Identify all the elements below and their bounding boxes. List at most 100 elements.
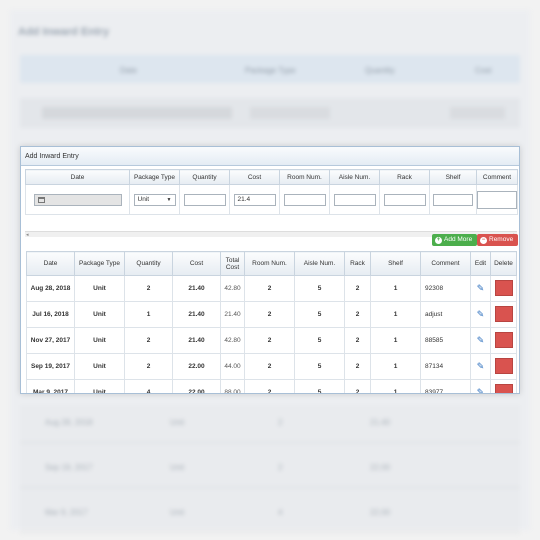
col-comment[interactable]: Comment bbox=[420, 251, 471, 276]
cell-package-type: Unit bbox=[74, 301, 125, 328]
comment-textarea[interactable] bbox=[477, 190, 517, 209]
cell-delete bbox=[490, 353, 517, 380]
cost-input[interactable]: 21.4 bbox=[233, 193, 276, 206]
cell-package-type: Unit bbox=[74, 353, 125, 380]
cell-edit: ✎ bbox=[470, 275, 491, 302]
delete-button[interactable] bbox=[494, 383, 513, 393]
entries-body: Aug 28, 2018 Unit 2 21.40 42.80 2 5 2 1 92308 ✎ Jul… bbox=[26, 275, 517, 393]
cell-edit: ✎ bbox=[470, 353, 491, 380]
entry-header-quantity: Quantity bbox=[179, 169, 230, 185]
col-rack[interactable]: Rack bbox=[344, 251, 371, 276]
cell-aisle: 5 bbox=[294, 301, 345, 328]
background-cost-field bbox=[450, 107, 505, 119]
cell-shelf: 1 bbox=[370, 275, 421, 302]
col-total-cost-line1: Total bbox=[225, 256, 240, 264]
pencil-icon[interactable]: ✎ bbox=[477, 387, 485, 393]
calendar-icon[interactable] bbox=[37, 196, 45, 203]
aisle-input[interactable] bbox=[333, 193, 376, 206]
cell-cost: 21.40 bbox=[172, 275, 221, 302]
background-cell: Aug 28, 2018 bbox=[45, 418, 93, 427]
entry-header-cost: Cost bbox=[229, 169, 280, 185]
rack-input[interactable] bbox=[383, 193, 426, 206]
remove-label: Remove bbox=[489, 236, 514, 243]
col-room[interactable]: Room Num. bbox=[244, 251, 295, 276]
cell-aisle: 5 bbox=[294, 353, 345, 380]
cell-edit: ✎ bbox=[470, 379, 491, 393]
cell-room: 2 bbox=[244, 301, 295, 328]
background-cell: Sep 19, 2017 bbox=[45, 463, 93, 472]
shelf-input[interactable] bbox=[433, 193, 473, 206]
entry-header-comment: Comment bbox=[476, 169, 518, 185]
entry-form-header: Date Package Type Quantity Cost Room Num… bbox=[25, 169, 518, 185]
cell-cost: 22.00 bbox=[172, 379, 221, 393]
col-total-cost-line2: Cost bbox=[225, 263, 240, 271]
background-form-row bbox=[20, 98, 520, 128]
cell-delete bbox=[490, 275, 517, 302]
entry-header-package-type: Package Type bbox=[129, 169, 180, 185]
pencil-icon[interactable]: ✎ bbox=[477, 309, 485, 319]
cell-rack: 2 bbox=[344, 301, 371, 328]
cell-room: 2 bbox=[244, 275, 295, 302]
col-delete: Delete bbox=[490, 251, 517, 276]
pencil-icon[interactable]: ✎ bbox=[477, 361, 485, 371]
minus-icon: − bbox=[480, 237, 487, 244]
cell-package-type: Unit bbox=[74, 327, 125, 354]
col-cost[interactable]: Cost bbox=[172, 251, 221, 276]
cell-comment: 88585 bbox=[420, 327, 471, 354]
entry-header-rack: Rack bbox=[379, 169, 430, 185]
date-input[interactable] bbox=[33, 193, 122, 206]
background-cell: 22.00 bbox=[370, 508, 391, 517]
table-row: Sep 19, 2017 Unit 2 22.00 44.00 2 5 2 1 87134 ✎ bbox=[26, 353, 517, 380]
cell-shelf: 1 bbox=[370, 327, 421, 354]
col-total-cost[interactable]: Total Cost bbox=[220, 251, 245, 276]
add-more-button[interactable]: + Add More bbox=[432, 234, 478, 246]
delete-button[interactable] bbox=[494, 305, 513, 322]
remove-button[interactable]: − Remove bbox=[477, 234, 519, 246]
delete-button[interactable] bbox=[494, 331, 513, 348]
cell-package-type: Unit bbox=[74, 275, 125, 302]
cell-comment: 83977 bbox=[420, 379, 471, 393]
background-cell: Mar 9, 2017 bbox=[45, 508, 88, 517]
col-shelf[interactable]: Shelf bbox=[370, 251, 421, 276]
cell-package-type: Unit bbox=[74, 379, 125, 393]
cell-quantity: 1 bbox=[124, 301, 173, 328]
cell-rack: 2 bbox=[344, 353, 371, 380]
cell-shelf: 1 bbox=[370, 379, 421, 393]
cell-edit: ✎ bbox=[470, 327, 491, 354]
table-row: Aug 28, 2018 Unit 2 21.40 42.80 2 5 2 1 92308 ✎ bbox=[26, 275, 517, 302]
entry-header-aisle: Aisle Num. bbox=[329, 169, 380, 185]
col-date[interactable]: Date bbox=[26, 251, 75, 276]
delete-button[interactable] bbox=[494, 357, 513, 374]
cell-date: Jul 16, 2018 bbox=[26, 301, 75, 328]
cell-total-cost: 42.80 bbox=[220, 275, 245, 302]
cell-total-cost: 44.00 bbox=[220, 353, 245, 380]
add-more-label: Add More bbox=[444, 236, 473, 243]
entry-form-table: Date Package Type Quantity Cost Room Num… bbox=[25, 169, 518, 215]
background-cell: Unit bbox=[170, 508, 185, 517]
room-input[interactable] bbox=[283, 193, 326, 206]
cell-cost: 22.00 bbox=[172, 353, 221, 380]
table-row: Nov 27, 2017 Unit 2 21.40 42.80 2 5 2 1 88585 ✎ bbox=[26, 327, 517, 354]
cell-date: Aug 28, 2018 bbox=[26, 275, 75, 302]
pencil-icon[interactable]: ✎ bbox=[477, 283, 485, 293]
cell-total-cost: 42.80 bbox=[220, 327, 245, 354]
cell-comment: 92308 bbox=[420, 275, 471, 302]
scroll-left-icon[interactable]: ◂ bbox=[26, 232, 29, 238]
pencil-icon[interactable]: ✎ bbox=[477, 335, 485, 345]
background-row: Sep 19, 2017 Unit 2 22.00 bbox=[20, 450, 520, 488]
cell-date: Mar 9, 2017 bbox=[26, 379, 75, 393]
delete-button[interactable] bbox=[494, 279, 513, 296]
col-package-type[interactable]: Package Type bbox=[74, 251, 125, 276]
package-type-select[interactable]: Unit ▼ bbox=[133, 193, 176, 206]
background-header-cell: Cost bbox=[475, 66, 492, 75]
quantity-input[interactable] bbox=[183, 193, 226, 206]
col-aisle[interactable]: Aisle Num. bbox=[294, 251, 345, 276]
background-header-cell: Quantity bbox=[365, 66, 395, 75]
background-table-rows: Aug 28, 2018 Unit 2 21.40 Sep 19, 2017 U… bbox=[20, 405, 520, 533]
col-quantity[interactable]: Quantity bbox=[124, 251, 173, 276]
cell-comment: adjust bbox=[420, 301, 471, 328]
cell-date: Nov 27, 2017 bbox=[26, 327, 75, 354]
cell-room: 2 bbox=[244, 379, 295, 393]
entry-header-date: Date bbox=[25, 169, 130, 185]
background-date-field bbox=[42, 107, 232, 119]
